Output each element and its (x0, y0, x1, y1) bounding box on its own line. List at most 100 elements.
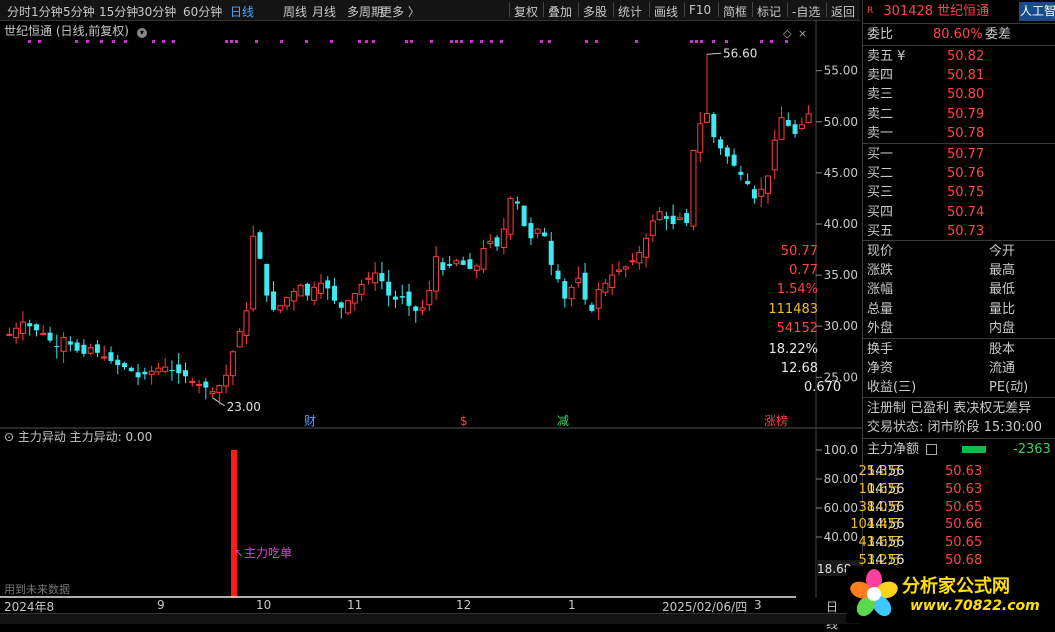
period-tab-日线[interactable]: 日线 (230, 3, 254, 20)
stat-label: 涨幅 (867, 282, 894, 298)
candle-body-down (94, 344, 100, 353)
candle-body-down (467, 259, 473, 269)
tool-button-叠加[interactable]: 叠加 (548, 3, 572, 20)
stock-code-name[interactable]: 301428 世纪恒通 (883, 4, 989, 19)
candle-body-up (500, 228, 507, 249)
signal-dot (450, 40, 453, 43)
tool-button-F10[interactable]: F10 (689, 3, 711, 17)
event-marker-3[interactable]: 涨榜 (764, 413, 788, 428)
signal-dot (305, 40, 308, 43)
candle-body-down (122, 363, 128, 368)
candle-body-down (128, 367, 134, 372)
buy-level-row: 买四 50.74 (867, 203, 984, 222)
signal-dot (430, 40, 433, 43)
tool-button-标记[interactable]: 标记 (757, 3, 781, 20)
candle-body-up (764, 175, 771, 194)
candle-body-up (290, 290, 297, 302)
sell-level-label: 卖五 ¥ (867, 49, 906, 64)
stat-label: 总量 (867, 301, 894, 317)
candle-body-down (81, 344, 87, 354)
signal-dot (112, 40, 115, 43)
tick-price: 50.63 (945, 481, 983, 497)
tick-price: 50.63 (945, 464, 983, 479)
net-flow-row[interactable]: 主力净额 -2363 (867, 440, 1051, 459)
event-marker-2[interactable]: 减 (557, 414, 569, 428)
menu-icon[interactable] (926, 444, 938, 455)
date-label: 11 (347, 598, 363, 612)
period-tab-5分钟[interactable]: 5分钟 (63, 3, 95, 20)
period-tab-更多-[interactable]: 更多 〉 (380, 3, 420, 20)
candle-body-down (738, 171, 744, 175)
candle-body-up (196, 383, 203, 386)
period-tab-多周期[interactable]: 多周期 (347, 3, 383, 20)
buy-level-price: 50.74 (947, 204, 985, 220)
sector-label[interactable]: 人工智 (1019, 2, 1055, 21)
stat-value: 0.670 (803, 380, 842, 396)
price-axis-label: 50.00 (824, 115, 858, 129)
candle-body-up (209, 391, 216, 395)
candle-body-up (649, 220, 656, 236)
diamond-icon[interactable]: ◇ (783, 27, 792, 40)
period-tab-60分钟[interactable]: 60分钟 (183, 3, 222, 20)
tool-button-多股[interactable]: 多股 (583, 3, 607, 20)
price-axis-label: 45.00 (824, 166, 858, 180)
event-marker-0[interactable]: 财 (304, 414, 316, 428)
kline-chart[interactable]: 23.00 56.60 55.00 50.00 45.00 40.00 35.00 30.0… (0, 20, 862, 598)
candle-body-down (115, 359, 121, 366)
settings-icon[interactable]: ▾ (136, 28, 147, 38)
candle-body-down (785, 120, 791, 126)
candle-body-down (331, 285, 337, 301)
candle-body-down (494, 237, 500, 247)
stat-label-2: 流通 (989, 361, 1016, 377)
period-toolbar: 分时 1分钟 5分钟 15分钟 30分钟 60分钟 日线 周线 月线 多周期 更多 〉 复权 叠加 多股统… (0, 0, 860, 21)
tool-button-复权[interactable]: 复权 (514, 3, 538, 20)
r-badge-icon: R (867, 6, 874, 16)
period-tab-1分钟[interactable]: 1分钟 (31, 3, 63, 20)
signal-dot (358, 40, 361, 43)
candle-body-up (284, 297, 291, 307)
tool-button-返回[interactable]: 返回 (831, 3, 855, 20)
period-tab-分时[interactable]: 分时 (7, 3, 31, 20)
sell-level-label: 卖四 (867, 68, 894, 84)
candle-body-up (372, 272, 379, 284)
event-marker-1[interactable]: $ (460, 414, 468, 428)
candle-body-up (223, 374, 230, 387)
candle-body-up (277, 305, 284, 311)
candle-body-down (406, 291, 412, 306)
candle-body-down (135, 372, 141, 378)
signal-dot (455, 40, 458, 43)
candle-body-up (568, 286, 575, 300)
period-tab-月线[interactable]: 月线 (312, 3, 336, 20)
buy-level-row: 买三 50.75 (867, 183, 984, 202)
signal-dot (75, 40, 78, 43)
candle-body-down (271, 291, 277, 310)
toolbar-separator (826, 2, 827, 17)
close-icon[interactable]: × (798, 27, 807, 40)
indicator-title: ⊙ 主力异动 主力异动: 0.00 (4, 430, 152, 444)
candle-body-up (636, 252, 643, 264)
toolbar-separator (684, 2, 685, 17)
stat-row-2: 净资 12.68 流通 (781, 359, 1015, 378)
signal-dot (785, 40, 788, 43)
candle-body-up (473, 265, 480, 271)
signal-dot (695, 40, 698, 43)
signal-dot (372, 40, 375, 43)
candle-body-up (575, 277, 582, 284)
stat-label: 净资 (867, 361, 894, 377)
candle-body-down (582, 272, 588, 300)
period-tab-周线[interactable]: 周线 (283, 3, 307, 20)
toolbar-separator (613, 2, 614, 17)
indicator-axis-label: 80.00 (824, 472, 858, 486)
tool-button-画线[interactable]: 画线 (654, 3, 678, 20)
signal-dot (635, 40, 638, 43)
signal-dot (410, 40, 413, 43)
toolbar-separator (787, 2, 788, 17)
tool-button--自选[interactable]: -自选 (792, 3, 820, 20)
tool-button-简框[interactable]: 简框 (723, 3, 747, 20)
chart-title-text: 世纪恒通 (日线,前复权) (4, 24, 129, 38)
period-tab-30分钟[interactable]: 30分钟 (137, 3, 176, 20)
signal-dot (28, 40, 31, 43)
tool-button-统计[interactable]: 统计 (618, 3, 642, 20)
candle-body-up (426, 289, 433, 306)
period-tab-15分钟[interactable]: 15分钟 (99, 3, 138, 20)
